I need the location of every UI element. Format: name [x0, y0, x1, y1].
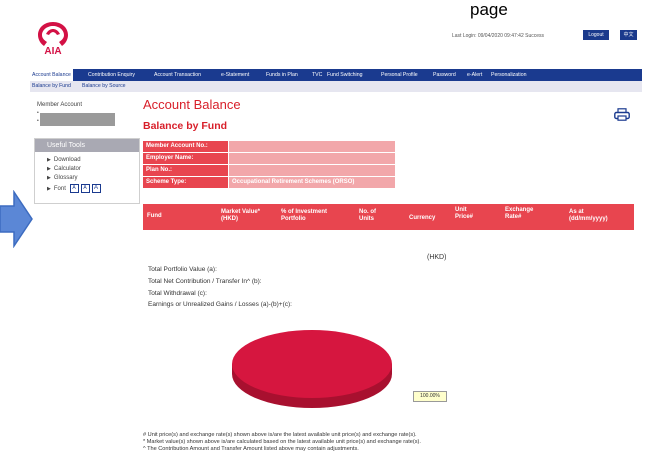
nav-fund-switching[interactable]: Fund Switching — [327, 69, 362, 81]
bullet-dot: • — [37, 118, 39, 124]
logout-button[interactable]: Logout — [583, 30, 609, 40]
info-row-scheme-type: Scheme Type: Occupational Retirement Sch… — [143, 177, 395, 188]
font-size-small-button[interactable]: A — [69, 184, 79, 193]
info-value — [229, 141, 395, 152]
total-withdrawal: Total Withdrawal (c): — [148, 290, 207, 297]
info-label: Plan No.: — [143, 165, 228, 176]
svg-text:AIA: AIA — [44, 46, 61, 56]
nav-e-alert[interactable]: e-Alert — [467, 69, 482, 81]
info-value — [229, 153, 395, 164]
triangle-right-icon: ▶ — [47, 175, 51, 181]
member-account-redacted[interactable] — [40, 113, 115, 126]
page-title: Account Balance — [143, 97, 241, 112]
nav-contribution-enquiry[interactable]: Contribution Enquiry — [88, 69, 135, 81]
tool-download[interactable]: ▶ Download — [47, 157, 81, 163]
col-no-of-units: No. of Units — [359, 209, 376, 222]
triangle-right-icon: ▶ — [47, 157, 51, 163]
fund-table-header: Fund Market Value* (HKD) % of Investment P… — [143, 204, 634, 230]
tool-calculator[interactable]: ▶ Calculator — [47, 166, 81, 172]
pie-slice-label: 100.00% — [413, 391, 447, 402]
aia-logo: AIA — [34, 20, 72, 61]
info-row-plan-no: Plan No.: — [143, 165, 395, 176]
info-label: Scheme Type: — [143, 177, 228, 188]
col-percent-portfolio: % of Investment Portfolio — [281, 209, 328, 222]
tool-calculator-label: Calculator — [53, 166, 81, 172]
section-title: Balance by Fund — [143, 120, 228, 132]
useful-tools-title: Useful Tools — [35, 139, 139, 152]
total-portfolio-value: Total Portfolio Value (a): — [148, 266, 217, 273]
info-value — [229, 165, 395, 176]
info-row-member-account: Member Account No.: — [143, 141, 395, 152]
sub-nav: Balance by Fund Balance by Source — [30, 81, 642, 92]
pie-slice — [232, 330, 392, 398]
tool-font-label: Font — [53, 186, 66, 193]
nav-account-transaction[interactable]: Account Transaction — [154, 69, 201, 81]
nav-funds-in-plan[interactable]: Funds in Plan — [266, 69, 298, 81]
member-account-label: Member Account — [37, 102, 83, 108]
triangle-right-icon: ▶ — [47, 186, 51, 193]
col-currency: Currency — [409, 215, 436, 221]
bullet-dot: • — [37, 110, 39, 116]
language-button[interactable]: 中文 — [620, 30, 637, 40]
footnote-market-value: * Market value(s) shown above is/are cal… — [143, 439, 421, 445]
nav-account-balance[interactable]: Account Balance — [30, 69, 73, 81]
nav-tvc[interactable]: TVC — [312, 69, 322, 81]
info-row-employer-name: Employer Name: — [143, 153, 395, 164]
tool-glossary[interactable]: ▶ Glossary — [47, 175, 78, 181]
subnav-balance-by-source[interactable]: Balance by Source — [82, 81, 126, 92]
info-label: Employer Name: — [143, 153, 228, 164]
font-size-medium-button[interactable]: A — [80, 184, 90, 193]
info-label: Member Account No.: — [143, 141, 228, 152]
tool-download-label: Download — [53, 157, 81, 163]
col-as-at: As at (dd/mm/yyyy) — [569, 209, 608, 222]
col-market-value: Market Value* (HKD) — [221, 209, 261, 222]
nav-password[interactable]: Password — [433, 69, 456, 81]
font-size-large-button[interactable]: A — [91, 184, 101, 193]
nav-personalization[interactable]: Personalization — [491, 69, 526, 81]
currency-label: (HKD) — [427, 254, 447, 261]
tool-glossary-label: Glossary — [53, 175, 78, 181]
footnote-contribution: ^ The Contribution Amount and Transfer A… — [143, 446, 359, 452]
col-unit-price: Unit Price# — [455, 207, 474, 220]
col-fund: Fund — [147, 213, 162, 219]
right-arrow-icon — [0, 189, 34, 253]
last-login-info: Last Login: 09/04/2020 09:47:42 Success — [452, 33, 545, 39]
printer-icon[interactable] — [614, 108, 630, 126]
portfolio-pie-chart — [232, 330, 392, 408]
total-net-contribution: Total Net Contribution / Transfer In^ (b… — [148, 278, 262, 285]
nav-personal-profile[interactable]: Personal Profile — [381, 69, 418, 81]
nav-e-statement[interactable]: e-Statement — [221, 69, 249, 81]
footnote-unit-price: # Unit price(s) and exchange rate(s) sho… — [143, 432, 417, 438]
top-caption-text: page — [470, 0, 508, 19]
subnav-balance-by-fund[interactable]: Balance by Fund — [32, 81, 71, 92]
main-nav: Account Balance Contribution Enquiry Acc… — [30, 69, 642, 81]
tool-font: ▶ Font AAA — [47, 184, 101, 193]
triangle-right-icon: ▶ — [47, 166, 51, 172]
useful-tools-panel: Useful Tools ▶ Download ▶ Calculator ▶ Glos… — [34, 138, 140, 204]
info-value: Occupational Retirement Schemes (ORSO) — [229, 177, 395, 188]
col-exchange-rate: Exchange Rate# — [505, 207, 534, 220]
earnings-gains-losses: Earnings or Unrealized Gains / Losses (a… — [148, 301, 292, 308]
